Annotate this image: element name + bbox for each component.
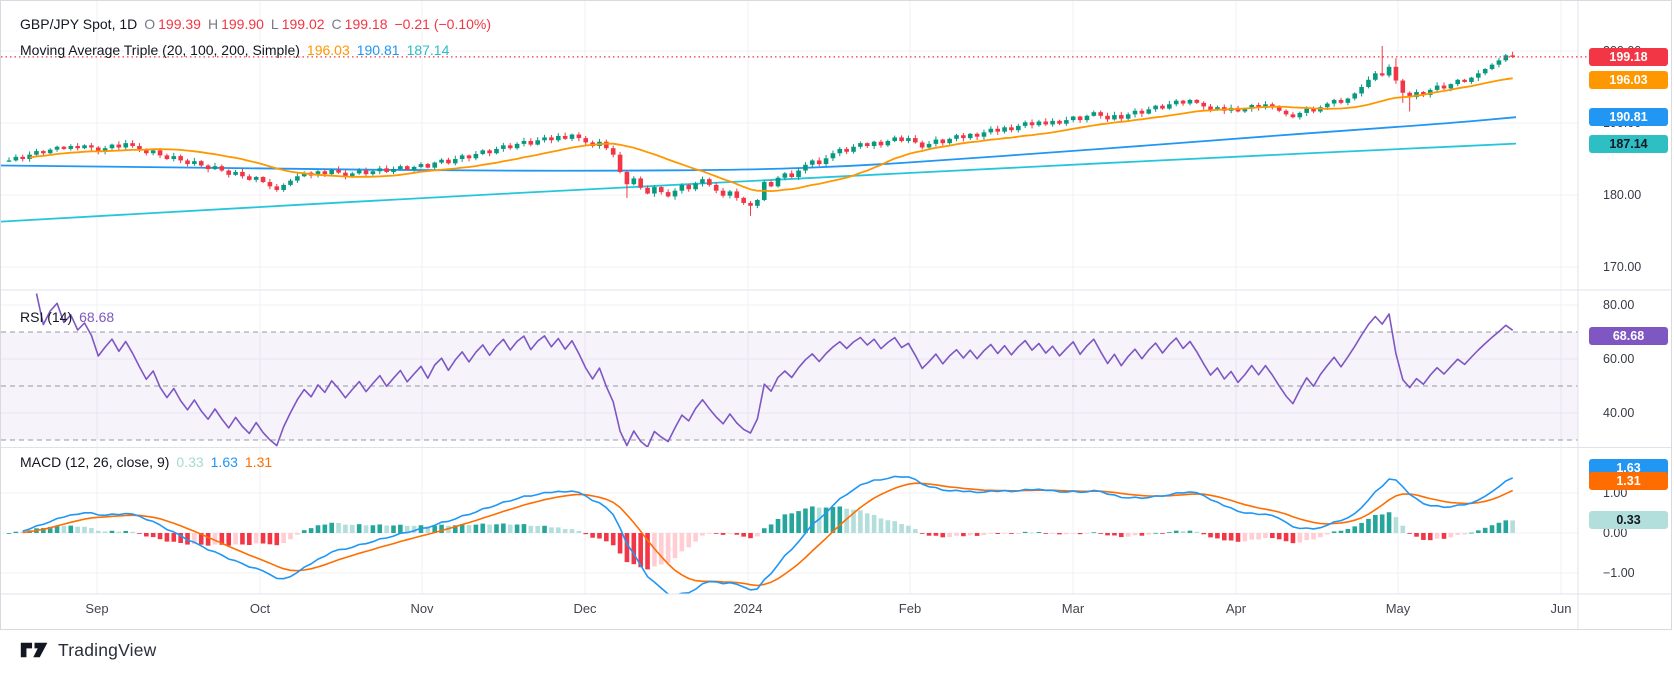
price-axis-label: 180.00 [1603,188,1641,202]
time-axis-label: Jun [1551,601,1572,616]
ma20-value: 196.03 [307,42,350,58]
low-label: L [271,16,279,32]
time-axis-label: Nov [410,601,433,616]
tradingview-chart-widget: GBP/JPY Spot, 1D O 199.39 H 199.90 L 199… [0,0,1674,674]
time-axis-label: Mar [1062,601,1084,616]
tradingview-logo-text: TradingView [58,640,157,661]
symbol-legend: GBP/JPY Spot, 1D O 199.39 H 199.90 L 199… [20,16,491,32]
time-axis-label: Apr [1226,601,1246,616]
time-axis-label: May [1386,601,1411,616]
high-label: H [208,16,218,32]
price-axis[interactable]: 200.00190.00180.00170.0080.0060.0040.001… [1578,1,1671,593]
ma200-value: 187.14 [407,42,450,58]
close-label: C [332,16,342,32]
macd-hist-value: 0.33 [176,454,203,470]
time-axis-label: Oct [250,601,270,616]
open-value: 199.39 [158,16,201,32]
tradingview-logo[interactable]: TradingView [20,638,157,662]
symbol-title: GBP/JPY Spot, 1D [20,16,137,32]
macd-signal-value: 1.31 [245,454,272,470]
open-label: O [144,16,155,32]
last-price-badge: 199.18 [1589,48,1668,66]
time-axis-label: 2024 [734,601,763,616]
ma100-value: 190.81 [357,42,400,58]
ma100-badge: 190.81 [1589,108,1668,126]
time-axis-label: Dec [573,601,596,616]
price-axis-label: 170.00 [1603,260,1641,274]
macd-line-value: 1.63 [211,454,238,470]
ma20-badge: 196.03 [1589,71,1668,89]
ma-legend: Moving Average Triple (20, 100, 200, Sim… [20,42,449,58]
macd-legend: MACD (12, 26, close, 9) 0.33 1.63 1.31 [20,454,272,470]
ma-title: Moving Average Triple (20, 100, 200, Sim… [20,42,300,58]
rsi-title: RSI (14) [20,309,72,325]
ma200-badge: 187.14 [1589,135,1668,153]
chart-area: GBP/JPY Spot, 1D O 199.39 H 199.90 L 199… [0,0,1672,630]
tradingview-logo-icon [20,638,49,662]
time-axis-label: Feb [899,601,921,616]
rsi-axis-label: 40.00 [1603,406,1634,420]
rsi-axis-label: 80.00 [1603,298,1634,312]
rsi-axis-label: 60.00 [1603,352,1634,366]
close-value: 199.18 [345,16,388,32]
macd-title: MACD (12, 26, close, 9) [20,454,169,470]
macd-axis-label: −1.00 [1603,566,1635,580]
chart-canvas[interactable] [1,1,1671,629]
change-value: −0.21 (−0.10%) [395,16,492,32]
rsi-legend: RSI (14) 68.68 [20,309,114,325]
rsi-value: 68.68 [79,309,114,325]
low-value: 199.02 [282,16,325,32]
time-axis[interactable]: Sep Oct Nov Dec 2024 Feb Mar Apr May Jun [1,595,1673,629]
time-axis-label: Sep [85,601,108,616]
high-value: 199.90 [221,16,264,32]
macd-hist-badge: 0.33 [1589,511,1668,529]
macd-signal-badge: 1.31 [1589,472,1668,490]
rsi-value-badge: 68.68 [1589,327,1668,345]
